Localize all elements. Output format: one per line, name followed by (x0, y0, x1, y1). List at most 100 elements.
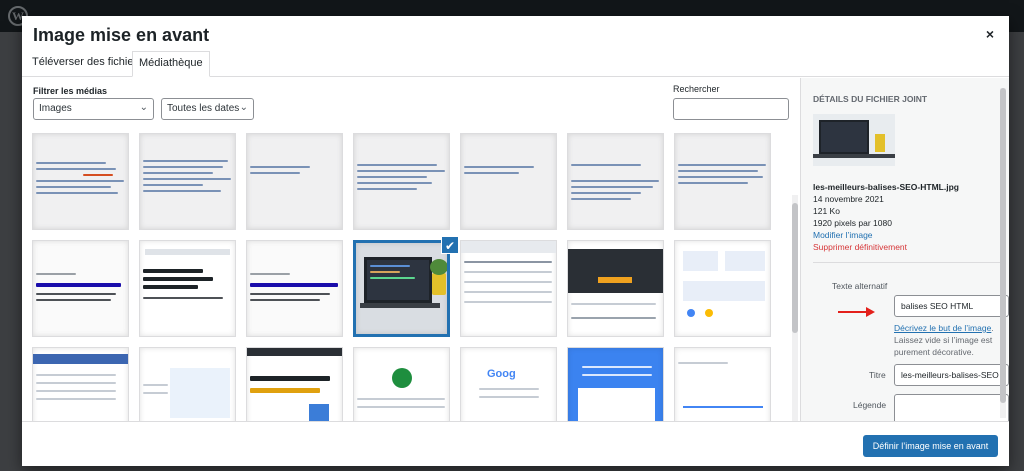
thumbnail-text-line (571, 198, 631, 200)
attachment-preview (813, 114, 895, 166)
thumbnail-highlight-line (83, 174, 113, 176)
thumbnail-text-line (678, 176, 763, 178)
attachment-thumbnail[interactable] (567, 133, 664, 230)
thumbnail-text-line (357, 164, 437, 166)
thumbnail-text-line (143, 392, 168, 394)
thumbnail-text-line (143, 285, 198, 289)
thumbnail-text-line (36, 162, 106, 164)
attachment-thumbnail[interactable] (32, 133, 129, 230)
media-library-area: Filtrer les médias Images ⌄ Toutes les d… (22, 78, 800, 466)
title-label: Titre (869, 370, 886, 380)
attachment-thumbnail-selected[interactable] (353, 240, 450, 337)
thumbnail-text-line (582, 366, 652, 368)
thumbnail-block (687, 309, 695, 317)
thumbnail-text-line (143, 297, 223, 299)
thumbnail-block (170, 368, 230, 418)
attachment-thumbnail[interactable]: Goog (460, 347, 557, 423)
thumbnail-text-line (357, 182, 432, 184)
thumbnail-text-line (36, 180, 124, 182)
delete-permanently-link[interactable]: Supprimer définitivement (813, 242, 907, 252)
sidebar-divider (813, 262, 1001, 263)
edit-image-link[interactable]: Modifier l’image (813, 230, 873, 240)
thumbnail-text-line (36, 273, 76, 275)
attachment-thumbnail[interactable] (567, 240, 664, 337)
sidebar-scroll-thumb[interactable] (1000, 88, 1006, 403)
thumbnail-text-line (36, 398, 116, 400)
title-input[interactable]: les-meilleurs-balises-SEO (894, 364, 1009, 386)
attachment-details-heading: Détails du fichier joint (813, 94, 928, 104)
thumbnail-block (247, 348, 342, 356)
thumbnail-text-line (36, 299, 111, 301)
thumbnail-text-line (678, 182, 748, 184)
google-logo-icon: Goog (487, 368, 516, 380)
thumbnail-text-line (250, 172, 300, 174)
attachment-thumbnail[interactable] (139, 133, 236, 230)
attachment-thumbnail[interactable] (674, 347, 771, 423)
search-input[interactable] (673, 98, 789, 120)
thumbnail-text-line (36, 186, 111, 188)
attachment-thumbnail[interactable] (32, 347, 129, 423)
thumbnail-text-line (571, 180, 659, 182)
search-label: Rechercher (673, 84, 720, 94)
thumbnail-text-line (678, 164, 766, 166)
thumbnail-block (598, 277, 632, 283)
set-featured-image-button[interactable]: Définir l’image mise en avant (863, 435, 998, 457)
attachment-thumbnail[interactable] (246, 133, 343, 230)
media-type-select[interactable]: Images ⌄ (33, 98, 154, 120)
thumbnail-text-line (250, 376, 330, 381)
attachment-thumbnail[interactable] (246, 240, 343, 337)
alt-text-label: Texte alternatif (832, 281, 888, 291)
selected-check-icon[interactable]: ✔ (441, 236, 459, 254)
grid-scroll-thumb[interactable] (792, 203, 798, 333)
attachment-thumbnail[interactable] (353, 133, 450, 230)
attachment-thumbnail[interactable] (353, 347, 450, 423)
chevron-down-icon: ⌄ (139, 102, 148, 113)
thumbnail-plant (430, 259, 447, 275)
media-type-select-value: Images (39, 103, 72, 114)
thumbnail-text-line (582, 374, 652, 376)
thumbnail-text-line (250, 283, 338, 287)
thumbnail-block (683, 251, 718, 271)
thumbnail-text-line (36, 382, 116, 384)
thumbnail-text-line (143, 178, 231, 180)
thumbnail-text-line (250, 166, 310, 168)
media-date-select-value: Toutes les dates (167, 103, 240, 114)
thumbnail-text-line (143, 384, 168, 386)
media-date-select[interactable]: Toutes les dates ⌄ (161, 98, 254, 120)
attachment-thumbnail[interactable] (32, 240, 129, 337)
attachment-thumbnail[interactable] (460, 133, 557, 230)
attachment-thumbnail[interactable] (674, 240, 771, 337)
thumbnail-text-line (357, 406, 445, 408)
attachment-thumbnail[interactable] (567, 347, 664, 423)
thumbnail-text-line (370, 265, 410, 267)
attachment-thumbnail[interactable] (139, 240, 236, 337)
thumbnail-text-line (464, 166, 534, 168)
attachment-thumbnail[interactable] (139, 347, 236, 423)
thumbnail-text-line (464, 281, 552, 283)
preview-keyboard (813, 154, 895, 158)
thumbnail-text-line (479, 396, 539, 398)
alt-text-help-link[interactable]: Décrivez le but de l’image (894, 323, 991, 333)
thumbnail-plant-pot (432, 273, 446, 295)
thumbnail-text-line (143, 166, 223, 168)
modal-toolbar: Définir l’image mise en avant (22, 421, 1009, 466)
tab-media-library[interactable]: Médiathèque (132, 51, 210, 77)
thumbnail-text-line (464, 271, 552, 273)
thumbnail-block (683, 281, 765, 301)
close-icon[interactable]: × (980, 24, 1000, 44)
thumbnail-text-line (250, 273, 290, 275)
attachment-thumbnail[interactable] (460, 240, 557, 337)
sidebar-scrollbar[interactable] (1000, 88, 1006, 418)
thumbnail-text-line (464, 291, 552, 293)
thumbnail-text-line (143, 160, 228, 162)
thumbnail-text-line (357, 398, 445, 400)
thumbnail-text-line (571, 317, 656, 319)
attachment-filename: les-meilleurs-balises-SEO-HTML.jpg (813, 182, 959, 192)
caption-textarea[interactable] (894, 394, 1009, 421)
attachment-thumbnail[interactable] (674, 133, 771, 230)
attachment-thumbnail[interactable] (246, 347, 343, 423)
tab-upload-files[interactable]: Téléverser des fichiers (26, 51, 149, 77)
alt-text-input[interactable]: balises SEO HTML (894, 295, 1009, 317)
thumbnail-text-line (36, 390, 116, 392)
thumbnail-block (683, 378, 763, 408)
